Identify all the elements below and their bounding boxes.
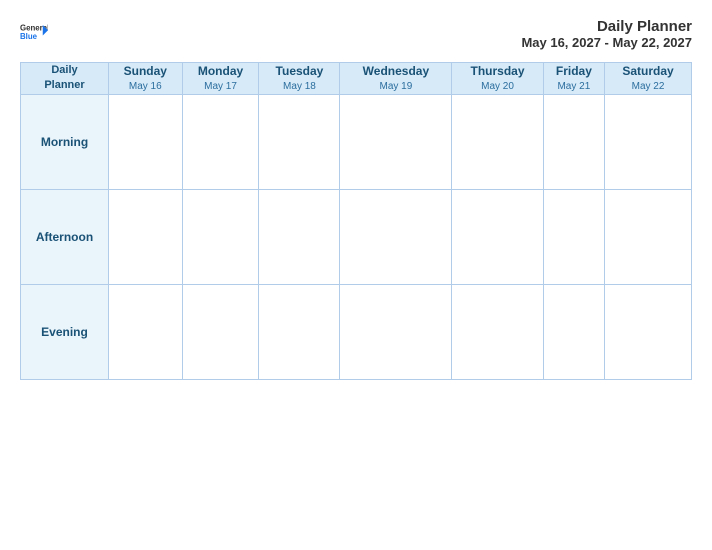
afternoon-sunday[interactable] xyxy=(109,189,183,284)
thursday-name: Thursday xyxy=(452,63,542,80)
afternoon-monday[interactable] xyxy=(182,189,259,284)
morning-sunday[interactable] xyxy=(109,94,183,189)
saturday-date: May 22 xyxy=(605,80,691,94)
friday-date: May 21 xyxy=(544,80,604,94)
title-area: Daily Planner May 16, 2027 - May 22, 202… xyxy=(521,18,692,50)
col-header-monday: Monday May 17 xyxy=(182,63,259,95)
col-header-thursday: Thursday May 20 xyxy=(452,63,543,95)
morning-thursday[interactable] xyxy=(452,94,543,189)
afternoon-row: Afternoon xyxy=(21,189,692,284)
afternoon-friday[interactable] xyxy=(543,189,604,284)
col-header-sunday: Sunday May 16 xyxy=(109,63,183,95)
wednesday-date: May 19 xyxy=(340,80,451,94)
afternoon-tuesday[interactable] xyxy=(259,189,340,284)
col-header-tuesday: Tuesday May 18 xyxy=(259,63,340,95)
afternoon-thursday[interactable] xyxy=(452,189,543,284)
evening-row: Evening xyxy=(21,284,692,379)
morning-friday[interactable] xyxy=(543,94,604,189)
col-header-line2: Planner xyxy=(44,79,84,91)
col-header-saturday: Saturday May 22 xyxy=(605,63,692,95)
evening-wednesday[interactable] xyxy=(340,284,452,379)
evening-label: Evening xyxy=(21,284,109,379)
morning-tuesday[interactable] xyxy=(259,94,340,189)
planner-title: Daily Planner xyxy=(521,18,692,35)
calendar-table: Daily Planner Sunday May 16 Monday May 1… xyxy=(20,62,692,380)
planner-date: May 16, 2027 - May 22, 2027 xyxy=(521,35,692,50)
afternoon-saturday[interactable] xyxy=(605,189,692,284)
friday-name: Friday xyxy=(544,63,604,80)
first-column-header: Daily Planner xyxy=(21,63,109,95)
saturday-name: Saturday xyxy=(605,63,691,80)
evening-friday[interactable] xyxy=(543,284,604,379)
evening-sunday[interactable] xyxy=(109,284,183,379)
svg-text:Blue: Blue xyxy=(20,32,38,41)
col-header-wednesday: Wednesday May 19 xyxy=(340,63,452,95)
morning-monday[interactable] xyxy=(182,94,259,189)
sunday-date: May 16 xyxy=(109,80,182,94)
evening-saturday[interactable] xyxy=(605,284,692,379)
tuesday-name: Tuesday xyxy=(259,63,339,80)
tuesday-date: May 18 xyxy=(259,80,339,94)
morning-row: Morning xyxy=(21,94,692,189)
sunday-name: Sunday xyxy=(109,63,182,80)
wednesday-name: Wednesday xyxy=(340,63,451,80)
generalblue-logo-icon: General Blue xyxy=(20,18,48,46)
afternoon-wednesday[interactable] xyxy=(340,189,452,284)
morning-label: Morning xyxy=(21,94,109,189)
morning-wednesday[interactable] xyxy=(340,94,452,189)
evening-tuesday[interactable] xyxy=(259,284,340,379)
afternoon-label: Afternoon xyxy=(21,189,109,284)
header-row: Daily Planner Sunday May 16 Monday May 1… xyxy=(21,63,692,95)
morning-saturday[interactable] xyxy=(605,94,692,189)
evening-monday[interactable] xyxy=(182,284,259,379)
page-header: General Blue Daily Planner May 16, 2027 … xyxy=(20,18,692,50)
col-header-friday: Friday May 21 xyxy=(543,63,604,95)
evening-thursday[interactable] xyxy=(452,284,543,379)
logo: General Blue xyxy=(20,18,48,46)
monday-date: May 17 xyxy=(183,80,259,94)
thursday-date: May 20 xyxy=(452,80,542,94)
col-header-line1: Daily xyxy=(51,64,77,76)
monday-name: Monday xyxy=(183,63,259,80)
